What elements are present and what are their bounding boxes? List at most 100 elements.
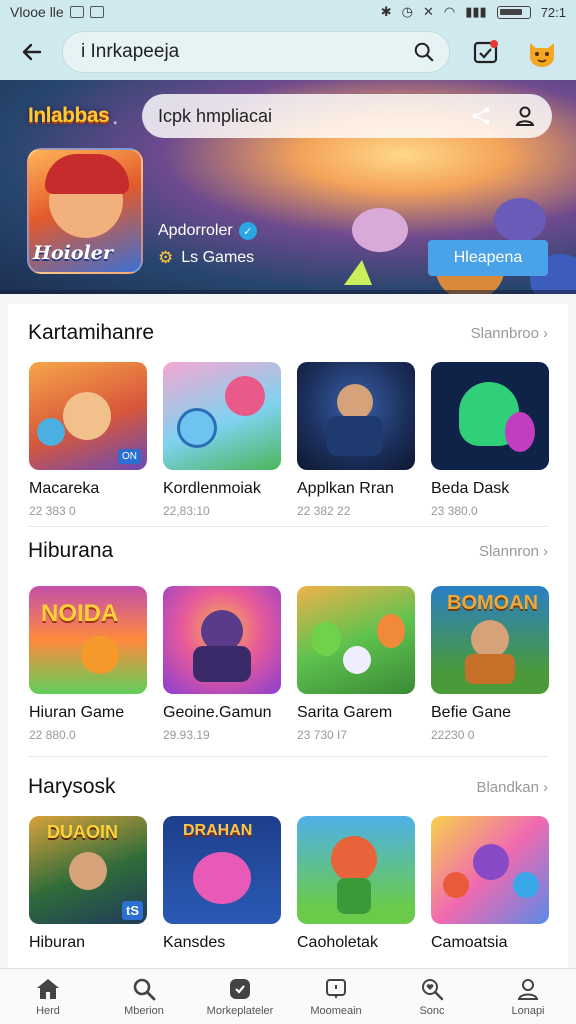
app-thumbnail[interactable] xyxy=(297,362,415,470)
avatar[interactable] xyxy=(522,32,562,72)
market-icon xyxy=(230,978,250,999)
gear-icon: ⚙ xyxy=(158,248,174,267)
app-card[interactable]: Applkan Rran 22 382 22 xyxy=(297,362,415,518)
search-input[interactable]: i Inrkapeeja xyxy=(81,41,413,63)
app-name: Befie Gane xyxy=(431,704,512,721)
app-thumbnail[interactable]: ON xyxy=(29,362,147,470)
app-name: Camoatsia xyxy=(431,934,508,951)
app-name: Applkan Rran xyxy=(297,480,394,497)
see-more-link[interactable]: Slannron › xyxy=(479,543,548,560)
app-thumbnail[interactable] xyxy=(297,816,415,924)
app-card[interactable]: DRAHAN Kansdes xyxy=(163,816,281,952)
image-notification-icon xyxy=(89,6,104,18)
app-name: Macareka xyxy=(29,480,100,497)
nav-label: Moomeain xyxy=(310,1004,362,1017)
see-more-link[interactable]: Blandkan › xyxy=(476,779,548,796)
notification-icon xyxy=(69,6,84,18)
developer-row[interactable]: Apdorroler ✓ xyxy=(158,222,257,240)
hero-search-input[interactable]: Icpk hmpliacai xyxy=(158,106,448,127)
nav-label: Morkeplateler xyxy=(206,1004,274,1017)
verified-badge-icon: ✓ xyxy=(238,222,257,240)
search-icon xyxy=(133,978,156,1000)
app-card[interactable]: ON Macareka 22 383 0 xyxy=(29,362,147,518)
app-name: Kordlenmoiak xyxy=(163,480,261,497)
app-name: Hiuran Game xyxy=(29,704,125,721)
chevron-right-icon: › xyxy=(543,542,548,560)
nav-label: Herd xyxy=(36,1004,60,1017)
app-thumbnail[interactable]: BOMOAN xyxy=(431,586,549,694)
app-meta: 22 383 0 xyxy=(29,504,76,518)
app-thumbnail[interactable] xyxy=(431,362,549,470)
developer-subtitle: Ls Games xyxy=(181,249,255,266)
install-button[interactable]: Hleapena xyxy=(428,240,548,276)
nav-market[interactable]: Morkeplateler xyxy=(192,969,288,1024)
developer-subtitle-row: ⚙ Ls Games xyxy=(158,248,254,268)
nav-search[interactable]: Mberion xyxy=(96,969,192,1024)
app-meta: 23 730 I7 xyxy=(297,728,348,742)
app-name: Beda Dask xyxy=(431,480,510,497)
cat-face-icon xyxy=(530,43,554,67)
app-card[interactable]: NOIDA Hiuran Game 22 880.0 xyxy=(29,586,147,742)
app-meta: 22230 0 xyxy=(431,728,475,742)
featured-banner[interactable]: Inlabbas Icpk hmpliacai Hoioler Apdorrol… xyxy=(0,80,576,294)
section-title: Hiburana xyxy=(28,539,114,562)
profile-icon xyxy=(517,978,539,1000)
mute-icon: ✕ xyxy=(422,4,434,19)
app-card[interactable]: Sarita Garem 23 730 I7 xyxy=(297,586,415,742)
app-thumbnail[interactable] xyxy=(431,816,549,924)
app-thumbnail[interactable] xyxy=(163,586,281,694)
person-icon[interactable] xyxy=(514,105,536,127)
search-icon[interactable] xyxy=(413,41,435,63)
search-bar[interactable]: i Inrkapeeja xyxy=(62,31,450,73)
app-name: Kansdes xyxy=(163,934,226,951)
app-card[interactable]: Camoatsia xyxy=(431,816,549,952)
app-thumbnail[interactable] xyxy=(297,586,415,694)
app-name: Geoine.Gamun xyxy=(163,704,272,721)
share-icon[interactable] xyxy=(470,105,492,127)
main-content: Kartamihanre Slannbroo › ON Macareka 22 3… xyxy=(0,294,576,968)
see-more-link[interactable]: Slannbroo › xyxy=(471,325,548,342)
app-card[interactable]: Kordlenmoiak 22,83:10 xyxy=(163,362,281,518)
app-thumbnail[interactable]: NOIDA xyxy=(29,586,147,694)
notifications-button[interactable] xyxy=(466,32,506,72)
chevron-right-icon: › xyxy=(543,778,548,796)
app-card[interactable]: Geoine.Gamun 29.93.19 xyxy=(163,586,281,742)
section-divider xyxy=(28,756,548,757)
status-bar: Vlooe lle ✱ ◷ ✕ ◠ ▮▮▮ 72:1 xyxy=(0,0,576,24)
sections-card: Kartamihanre Slannbroo › ON Macareka 22 3… xyxy=(8,304,568,968)
section-divider xyxy=(28,526,548,527)
app-thumbnail[interactable]: DUAOIN tS xyxy=(29,816,147,924)
featured-app-icon[interactable]: Hoioler xyxy=(27,148,143,274)
nav-label: Lonapi xyxy=(511,1004,545,1017)
search-heart-icon xyxy=(422,978,444,1000)
hero-search-bar[interactable]: Icpk hmpliacai xyxy=(142,94,552,138)
app-name: Sarita Garem xyxy=(297,704,393,721)
nav-label: Sonc xyxy=(419,1004,445,1017)
back-button[interactable] xyxy=(12,32,52,72)
app-badge: ON xyxy=(118,449,141,464)
app-meta: 23 380.0 xyxy=(431,504,478,518)
developer-name: Apdorroler xyxy=(158,222,233,239)
app-card[interactable]: Beda Dask 23 380.0 xyxy=(431,362,549,518)
nav-profile[interactable]: Lonapi xyxy=(480,969,576,1024)
app-card[interactable]: Caoholetak xyxy=(297,816,415,952)
app-card[interactable]: BOMOAN Befie Gane 22230 0 xyxy=(431,586,549,742)
app-meta: 22 880.0 xyxy=(29,728,76,742)
signal-icon: ▮▮▮ xyxy=(465,4,487,19)
app-thumbnail[interactable] xyxy=(163,362,281,470)
nav-discover[interactable]: Sonc xyxy=(384,969,480,1024)
carrier-text: Vlooe lle xyxy=(10,4,64,20)
app-card[interactable]: DUAOIN tS Hiburan xyxy=(29,816,147,952)
wifi-icon: ◠ xyxy=(443,4,456,19)
calendar-check-icon xyxy=(473,40,498,64)
battery-icon xyxy=(496,5,531,19)
bluetooth-icon: ✱ xyxy=(380,4,392,19)
nav-messages[interactable]: Moomeain xyxy=(288,969,384,1024)
app-thumbnail[interactable]: DRAHAN xyxy=(163,816,281,924)
app-name: Hiburan xyxy=(29,934,86,951)
alarm-icon: ◷ xyxy=(401,4,413,19)
home-icon xyxy=(37,978,59,999)
nav-home[interactable]: Herd xyxy=(0,969,96,1024)
arrow-left-icon xyxy=(22,43,42,61)
clock-text: 72:1 xyxy=(540,4,566,20)
